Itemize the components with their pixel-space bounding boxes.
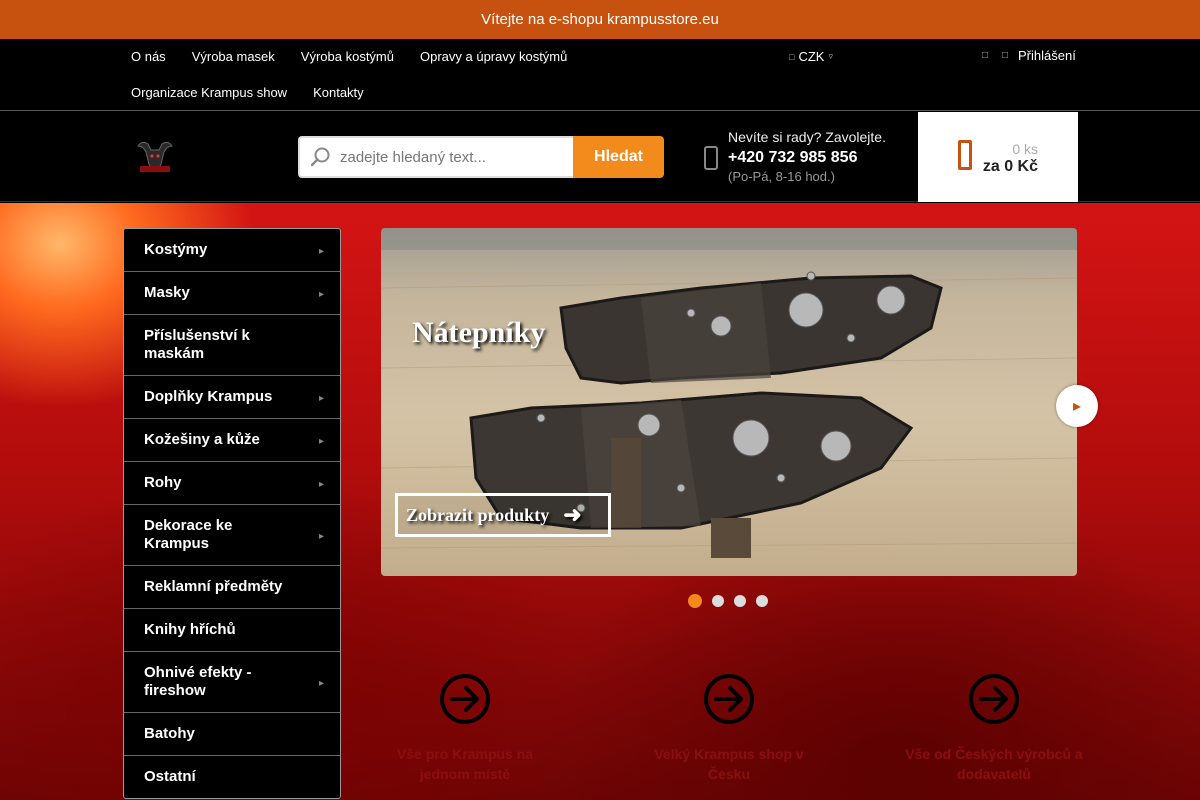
nav-link-contacts[interactable]: Kontakty	[300, 75, 377, 111]
nav-link-costume-production[interactable]: Výroba kostýmů	[288, 39, 407, 75]
money-icon: □	[789, 51, 795, 62]
currency-selector[interactable]: □ CZK ▿	[789, 49, 833, 64]
hero-section: Kostýmy ▸ Masky ▸ Příslušenství k maskám D…	[0, 203, 1200, 800]
nav-link-costume-repairs[interactable]: Opravy a úpravy kostýmů	[407, 39, 580, 75]
benefit-item: Vše pro Krampus na jednom místě	[375, 673, 555, 784]
arrow-circle-icon	[969, 674, 1019, 724]
cart-count: 0 ks	[1012, 141, 1038, 157]
category-label: Rohy	[144, 474, 182, 491]
slider-dot[interactable]	[712, 595, 724, 607]
welcome-banner: Vítejte na e-shopu krampusstore.eu	[0, 0, 1200, 39]
category-item-books-of-sins[interactable]: Knihy hříchů	[124, 609, 340, 652]
category-label: Ohnivé efekty - fireshow	[144, 664, 252, 699]
phone-icon	[704, 146, 718, 170]
nav-link-krampus-show[interactable]: Organizace Krampus show	[118, 75, 300, 111]
category-menu: Kostýmy ▸ Masky ▸ Příslušenství k maskám D…	[123, 228, 341, 799]
category-item-promo-items[interactable]: Reklamní předměty	[124, 566, 340, 609]
hero-slider[interactable]: Nátepníky Zobrazit produkty ➜	[381, 228, 1077, 576]
search-icon	[310, 147, 330, 167]
opening-hours: (Po-Pá, 8-16 hod.)	[728, 169, 835, 184]
slider-dot[interactable]	[756, 595, 768, 607]
contact-question: Nevíte si rady? Zavolejte.	[728, 129, 886, 145]
phone-number[interactable]: +420 732 985 856	[728, 149, 886, 167]
chevron-right-icon: ▸	[318, 531, 324, 542]
chevron-right-icon: ▸	[318, 246, 324, 257]
category-label: Dekorace ke Krampus	[144, 517, 233, 552]
category-item-horns[interactable]: Rohy ▸	[124, 462, 340, 505]
slider-next-button[interactable]: ▸	[1056, 385, 1098, 427]
show-products-label: Zobrazit produkty	[406, 504, 550, 525]
chevron-right-icon: ▸	[318, 479, 324, 490]
category-item-mask-accessories[interactable]: Příslušenství k maskám	[124, 315, 340, 376]
chevron-right-icon: ▸	[318, 393, 324, 404]
category-label: Ostatní	[144, 768, 196, 785]
category-item-masks[interactable]: Masky ▸	[124, 272, 340, 315]
category-item-costumes[interactable]: Kostýmy ▸	[124, 229, 340, 272]
category-label: Kožešiny a kůže	[144, 431, 260, 448]
nav-link-mask-production[interactable]: Výroba masek	[179, 39, 288, 75]
contact-info: Nevíte si rady? Zavolejte. +420 732 985 …	[728, 129, 886, 184]
site-logo[interactable]	[134, 138, 176, 178]
category-label: Knihy hříchů	[144, 621, 236, 638]
top-navigation: O nás Výroba masek Výroba kostýmů Opravy…	[0, 39, 1200, 111]
arrow-circle-icon	[704, 674, 754, 724]
search-input[interactable]	[340, 148, 560, 166]
benefit-item: Vše od Českých výrobců a dodavatelů	[904, 673, 1084, 784]
category-label: Kostýmy	[144, 241, 208, 258]
heart-icon[interactable]: □	[978, 50, 992, 61]
category-item-other[interactable]: Ostatní	[124, 756, 340, 798]
category-item-fire-effects[interactable]: Ohnivé efekty - fireshow ▸	[124, 652, 340, 713]
top-nav-links: O nás Výroba masek Výroba kostýmů Opravy…	[118, 39, 758, 111]
cart-icon	[958, 140, 972, 170]
slide-title: Nátepníky	[412, 316, 546, 349]
search-bar: Hledat	[298, 136, 664, 178]
chevron-right-icon: ▸	[1072, 398, 1082, 415]
login-link[interactable]: Přihlášení	[1018, 48, 1076, 63]
category-item-backpacks[interactable]: Batohy	[124, 713, 340, 756]
chevron-right-icon: ▸	[318, 436, 324, 447]
show-products-button[interactable]: Zobrazit produkty ➜	[395, 493, 611, 537]
chevron-right-icon: ▸	[318, 678, 324, 689]
currency-label: CZK	[798, 49, 825, 64]
category-label: Masky	[144, 284, 190, 301]
benefit-text: Vše od Českých výrobců a dodavatelů	[905, 746, 1083, 782]
cart-box[interactable]: 0 ks za 0 Kč	[918, 112, 1078, 202]
category-item-decorations[interactable]: Dekorace ke Krampus ▸	[124, 505, 340, 566]
krampus-logo-icon	[137, 141, 173, 172]
benefit-text: Velký Krampus shop v Česku	[654, 746, 804, 782]
category-item-krampus-extras[interactable]: Doplňky Krampus ▸	[124, 376, 340, 419]
arrow-circle-icon	[440, 674, 490, 724]
category-label: Doplňky Krampus	[144, 388, 273, 405]
chevron-right-icon: ▸	[318, 289, 324, 300]
site-header: Hledat Nevíte si rady? Zavolejte. +420 7…	[0, 112, 1200, 202]
arrow-right-icon: ➜	[563, 502, 582, 527]
user-icon: □	[1001, 50, 1009, 61]
benefit-text: Vše pro Krampus na jednom místě	[396, 746, 534, 782]
welcome-text: Vítejte na e-shopu krampusstore.eu	[481, 11, 719, 28]
cart-total: za 0 Kč	[982, 158, 1038, 175]
category-item-furs-leather[interactable]: Kožešiny a kůže ▸	[124, 419, 340, 462]
category-label: Batohy	[144, 725, 195, 742]
chevron-down-icon: ▿	[828, 51, 833, 61]
nav-link-about[interactable]: O nás	[118, 39, 179, 75]
slider-dot[interactable]	[734, 595, 746, 607]
user-area: □ □ Přihlášení	[978, 48, 1076, 63]
search-button[interactable]: Hledat	[573, 136, 664, 178]
category-label: Příslušenství k maskám	[144, 327, 250, 362]
search-field	[298, 136, 573, 178]
category-label: Reklamní předměty	[144, 578, 283, 595]
benefit-item: Velký Krampus shop v Česku	[639, 673, 819, 784]
slider-dot[interactable]	[688, 594, 702, 608]
slider-dots	[688, 594, 768, 608]
